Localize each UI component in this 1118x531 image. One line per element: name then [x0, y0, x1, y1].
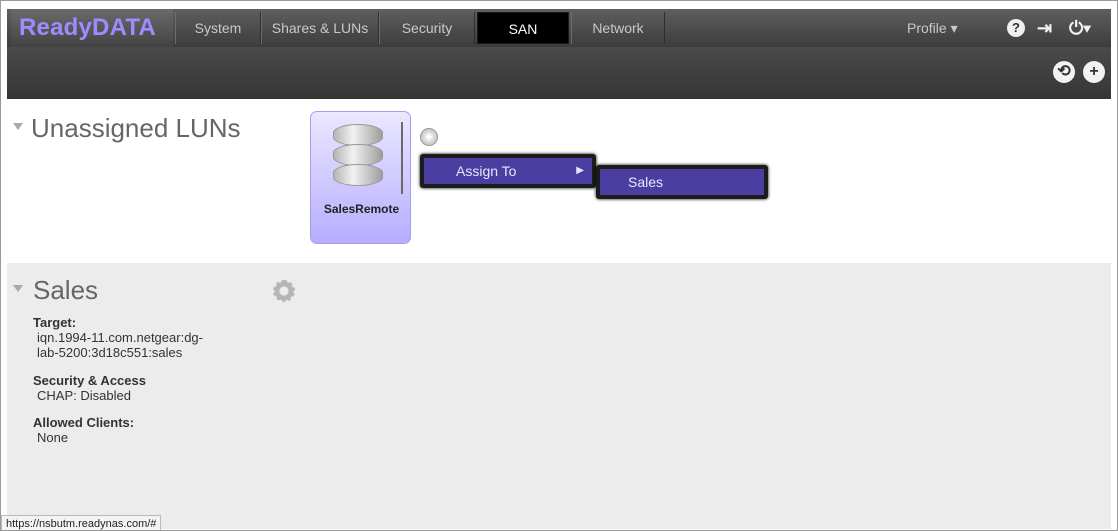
status-url: https://nsbutm.readynas.com/# — [1, 515, 162, 530]
connector-icon — [395, 122, 403, 194]
menu-item-assign-to[interactable]: Assign To ▶ — [424, 158, 592, 184]
submenu-arrow-icon: ▶ — [576, 165, 584, 176]
target-value-line1: iqn.1994-11.com.netgear:dg- — [37, 330, 203, 345]
section-title-unassigned: Unassigned LUNs — [31, 113, 241, 143]
collapse-triangle-icon[interactable] — [13, 285, 23, 292]
toolbar: ⟲ + — [7, 47, 1111, 99]
tab-security[interactable]: Security — [379, 12, 475, 44]
disk-icon — [333, 124, 383, 146]
clients-info: Allowed Clients: None — [33, 415, 134, 445]
sales-section: Sales Target: iqn.1994-11.com.netgear:dg… — [7, 263, 1111, 529]
brand-logo: ReadyDATA — [11, 9, 173, 47]
profile-menu[interactable]: Profile ▾ — [907, 9, 958, 47]
refresh-icon[interactable]: ⟲ — [1053, 61, 1075, 83]
target-label: Target: — [33, 315, 77, 330]
tab-system[interactable]: System — [175, 12, 261, 44]
submenu-item-label: Sales — [628, 174, 664, 190]
gear-icon[interactable] — [273, 280, 295, 302]
target-value-line2: lab-5200:3d18c551:sales — [37, 345, 183, 360]
lun-add-icon[interactable]: + — [420, 128, 438, 146]
context-menu: Assign To ▶ — [420, 154, 596, 188]
target-info: Target: iqn.1994-11.com.netgear:dg- lab-… — [33, 315, 203, 360]
add-icon[interactable]: + — [1083, 61, 1105, 83]
clients-label: Allowed Clients: — [33, 415, 135, 430]
security-label: Security & Access — [33, 373, 146, 388]
power-icon[interactable]: ⏻▾ — [1069, 9, 1091, 47]
tab-shares-luns[interactable]: Shares & LUNs — [261, 12, 379, 44]
disk-icon-layer — [333, 144, 383, 166]
help-icon[interactable]: ? — [1007, 19, 1025, 37]
unassigned-luns-section: Unassigned LUNs SalesRemote + Assign To … — [7, 99, 1111, 263]
menu-item-label: Assign To — [456, 163, 517, 179]
collapse-triangle-icon[interactable] — [13, 123, 23, 130]
section-title-sales: Sales — [33, 275, 99, 305]
logout-icon[interactable]: ⇥ — [1037, 9, 1052, 47]
disk-icon-layer — [333, 164, 383, 186]
tab-san[interactable]: SAN — [477, 12, 569, 44]
submenu-item-sales[interactable]: Sales — [600, 169, 764, 195]
submenu: Sales — [596, 165, 768, 199]
app-window: ReadyDATA System Shares & LUNs Security … — [0, 0, 1118, 531]
clients-value: None — [37, 430, 69, 445]
lun-card-salesremote[interactable]: SalesRemote — [310, 111, 411, 244]
top-nav: ReadyDATA System Shares & LUNs Security … — [7, 9, 1111, 47]
security-value: CHAP: Disabled — [37, 388, 131, 403]
security-info: Security & Access CHAP: Disabled — [33, 373, 146, 403]
lun-name: SalesRemote — [323, 202, 400, 216]
tab-network[interactable]: Network — [571, 12, 665, 44]
